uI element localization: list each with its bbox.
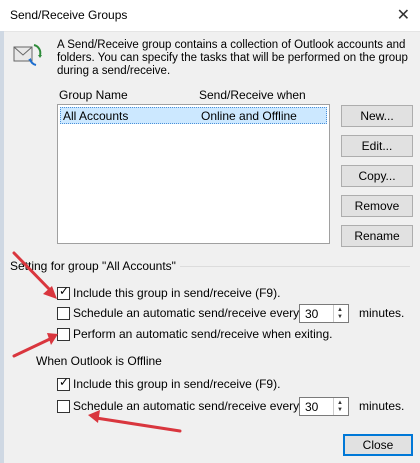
annotation-arrow [12,251,54,294]
arrow-head [88,410,100,423]
arrow-head [43,286,57,299]
annotation-arrow [12,336,54,358]
annotation-arrows [12,251,182,433]
annotation-arrow [94,416,182,433]
